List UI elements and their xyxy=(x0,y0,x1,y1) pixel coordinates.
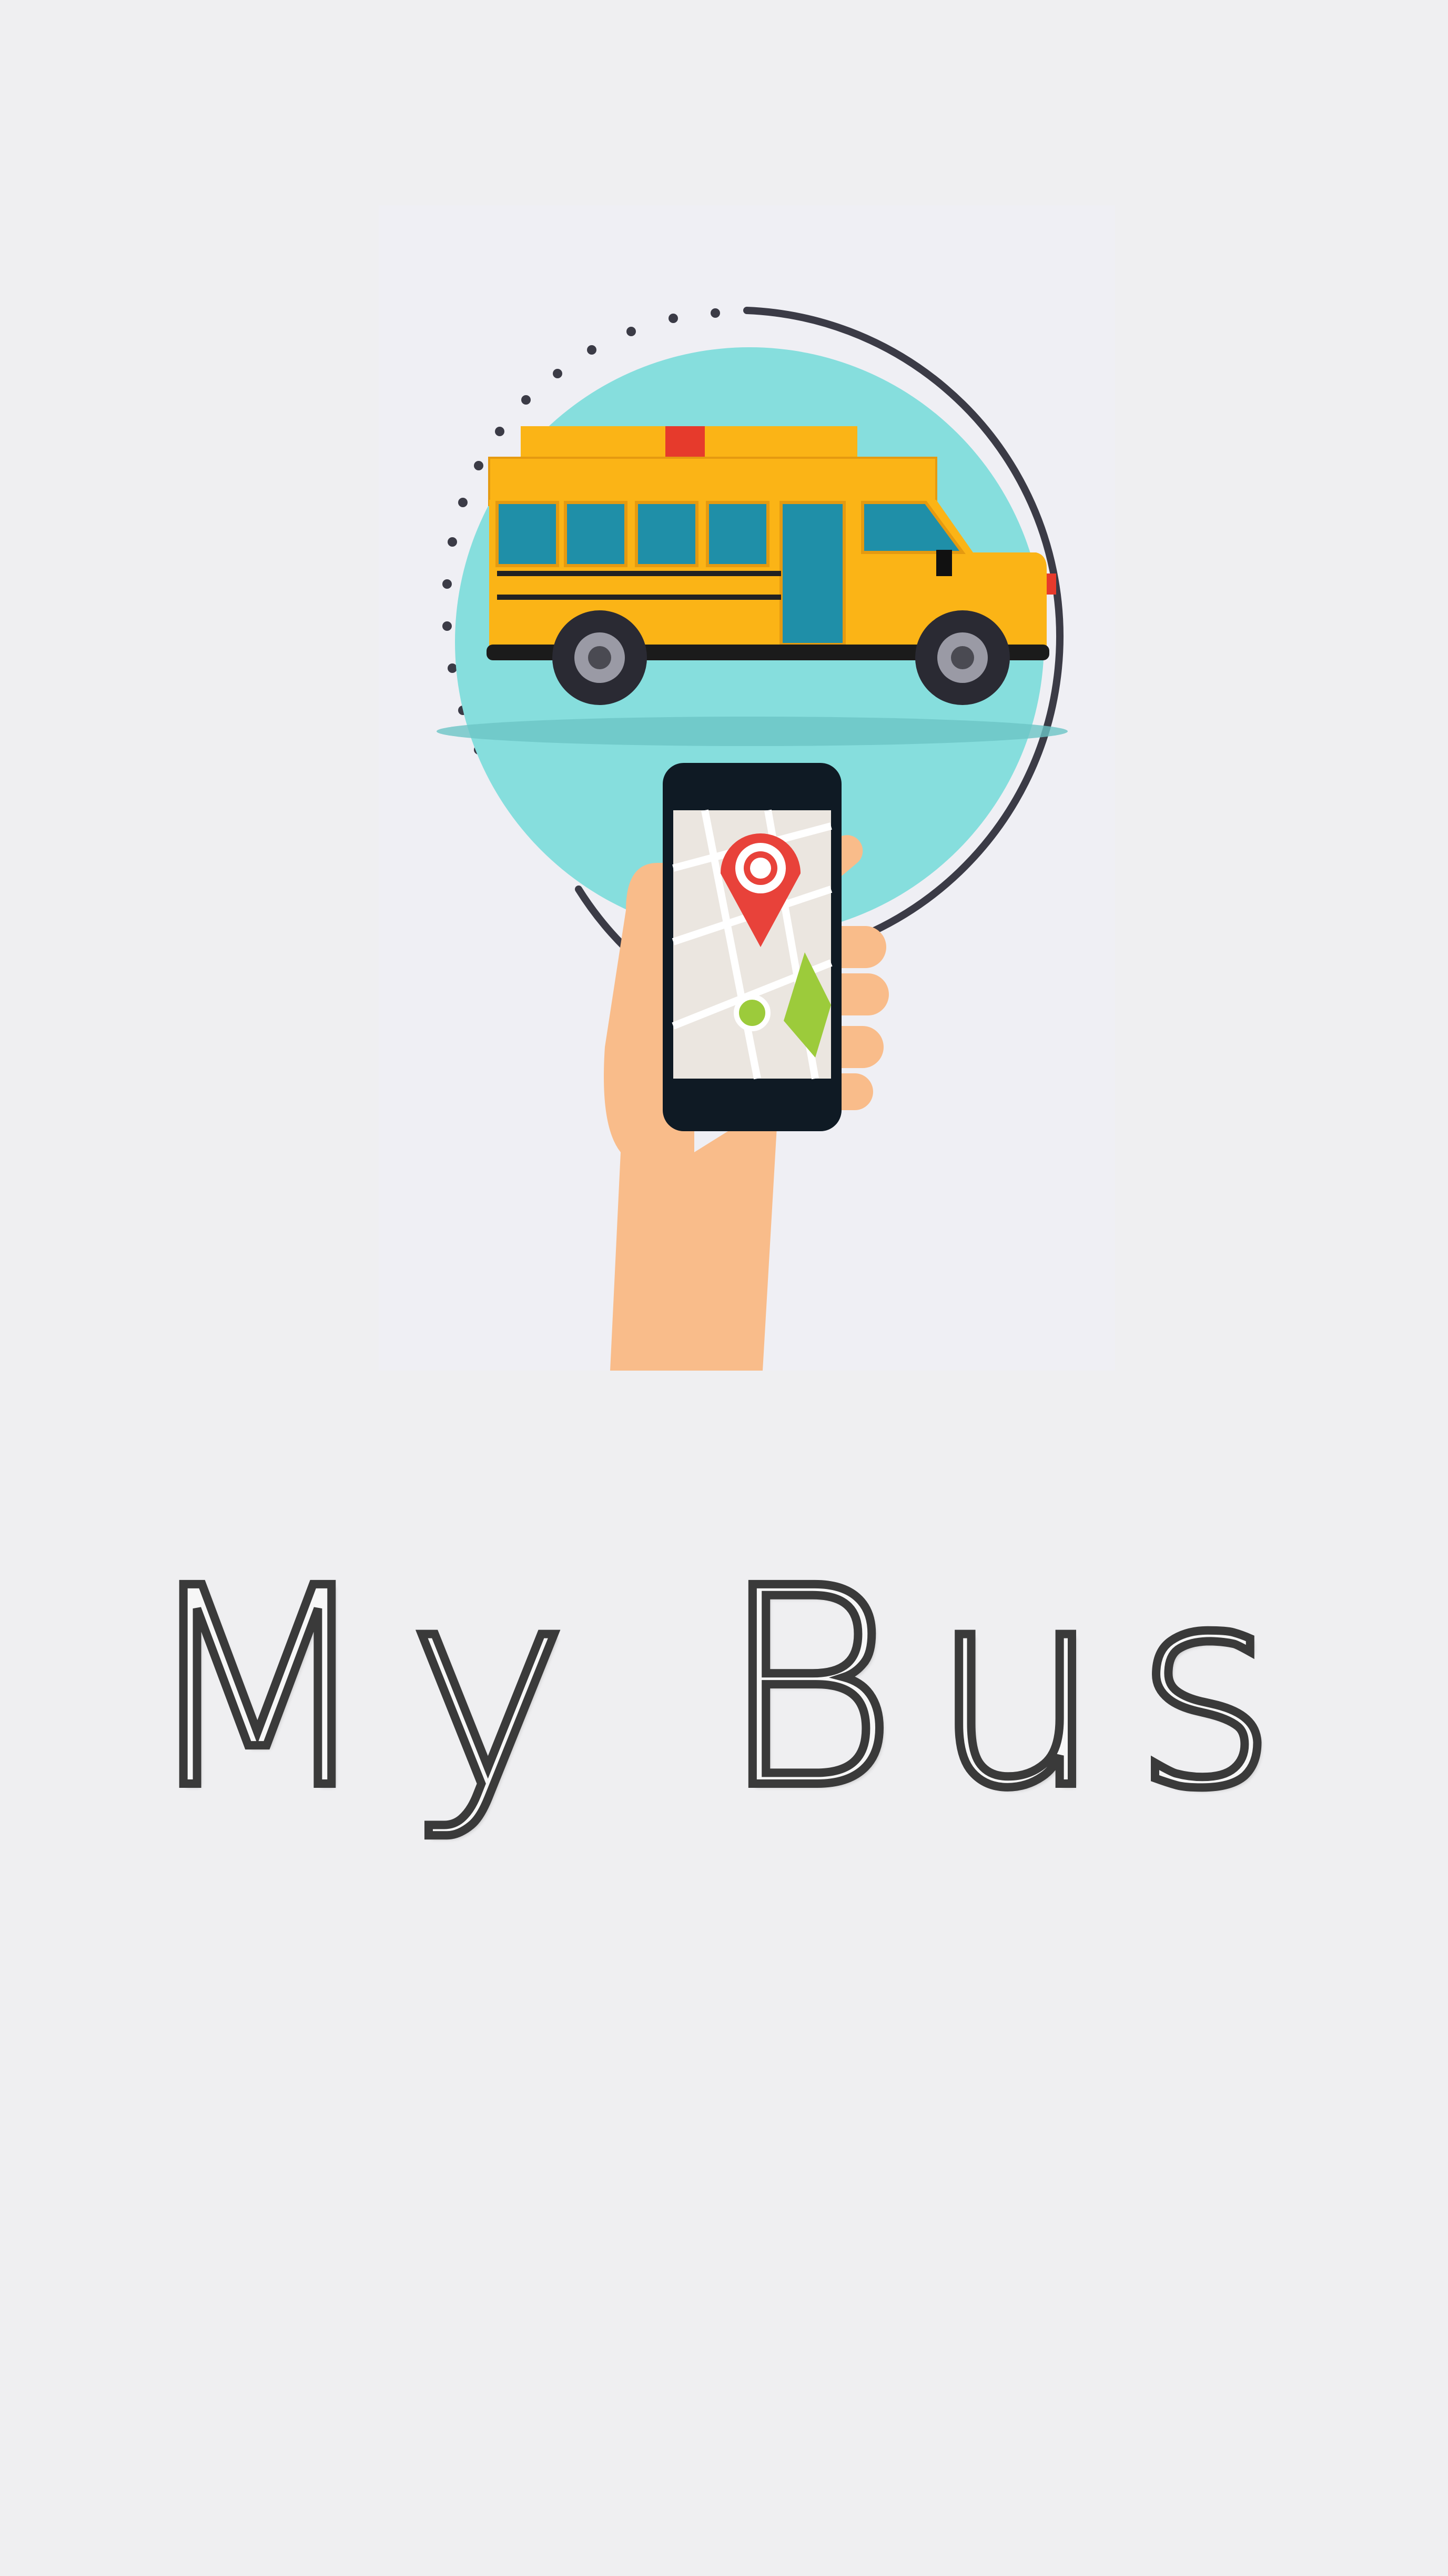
bus-wheel-icon xyxy=(915,610,1010,705)
app-title: My Bus xyxy=(135,1530,1309,1848)
smartphone-icon xyxy=(663,763,842,1131)
school-bus-tracking-icon xyxy=(437,307,1068,1371)
bus-tracking-illustration xyxy=(379,205,1115,1371)
splash-screen: My Bus xyxy=(0,0,1448,2576)
bus-wheel-icon xyxy=(552,610,647,705)
